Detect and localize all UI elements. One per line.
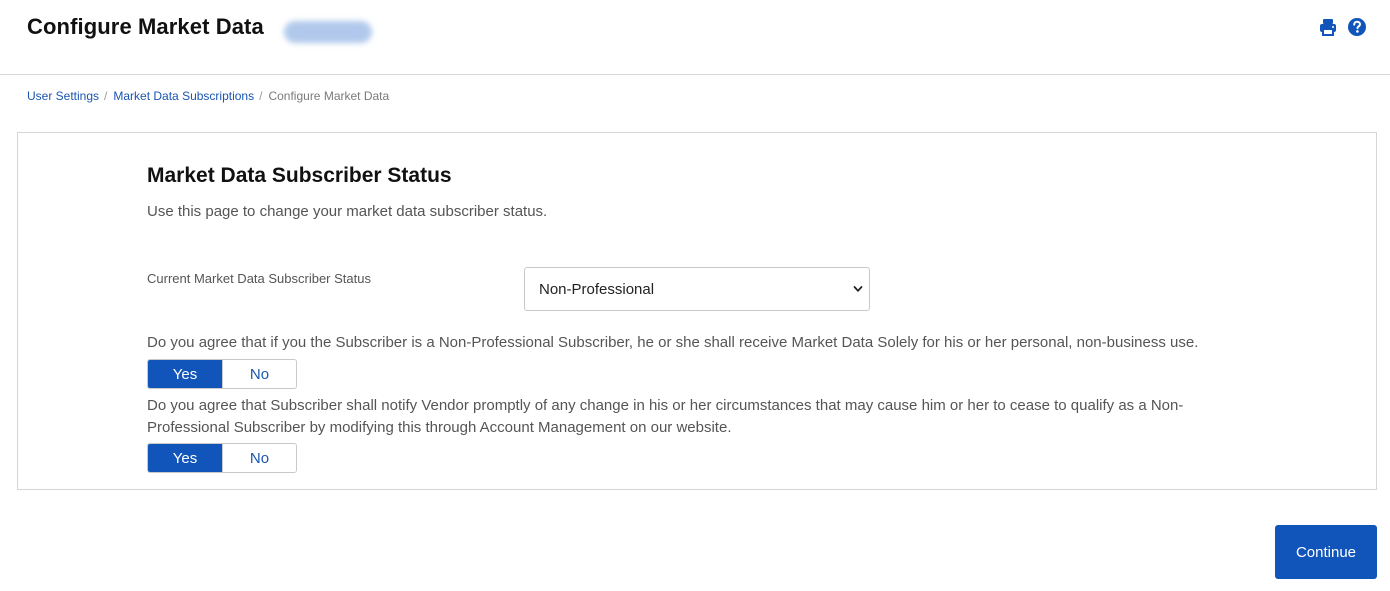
status-label: Current Market Data Subscriber Status <box>147 271 371 286</box>
question-text: Do you agree that Subscriber shall notif… <box>147 397 1184 436</box>
breadcrumb-market-data-subscriptions[interactable]: Market Data Subscriptions <box>113 89 254 103</box>
help-icon[interactable] <box>1347 17 1367 37</box>
section-title: Market Data Subscriber Status <box>147 164 452 187</box>
breadcrumb-current: Configure Market Data <box>268 89 390 103</box>
subscriber-status-select[interactable]: Non-Professional <box>524 267 870 311</box>
header-actions <box>1318 17 1367 37</box>
continue-button[interactable]: Continue <box>1275 525 1377 579</box>
question-text: Do you agree that if you the Subscriber … <box>147 334 1199 351</box>
print-icon[interactable] <box>1318 17 1338 37</box>
select-value: Non-Professional <box>539 281 655 298</box>
question-2-toggle: Yes No <box>147 443 297 473</box>
breadcrumb-user-settings[interactable]: User Settings <box>27 89 99 103</box>
subscriber-status-panel: Market Data Subscriber Status Use this p… <box>17 132 1377 490</box>
breadcrumb: User Settings / Market Data Subscription… <box>27 89 389 103</box>
yes-button[interactable]: Yes <box>148 360 222 388</box>
yes-button[interactable]: Yes <box>148 444 222 472</box>
no-button[interactable]: No <box>222 360 296 388</box>
breadcrumb-separator: / <box>104 89 108 103</box>
chevron-down-icon <box>853 286 863 292</box>
no-button[interactable]: No <box>222 444 296 472</box>
breadcrumb-separator: / <box>259 89 263 103</box>
account-badge <box>284 21 372 43</box>
section-description: Use this page to change your market data… <box>147 203 548 220</box>
page-header: Configure Market Data <box>0 0 1390 75</box>
question-1-toggle: Yes No <box>147 359 297 389</box>
page-title: Configure Market Data <box>27 14 264 39</box>
